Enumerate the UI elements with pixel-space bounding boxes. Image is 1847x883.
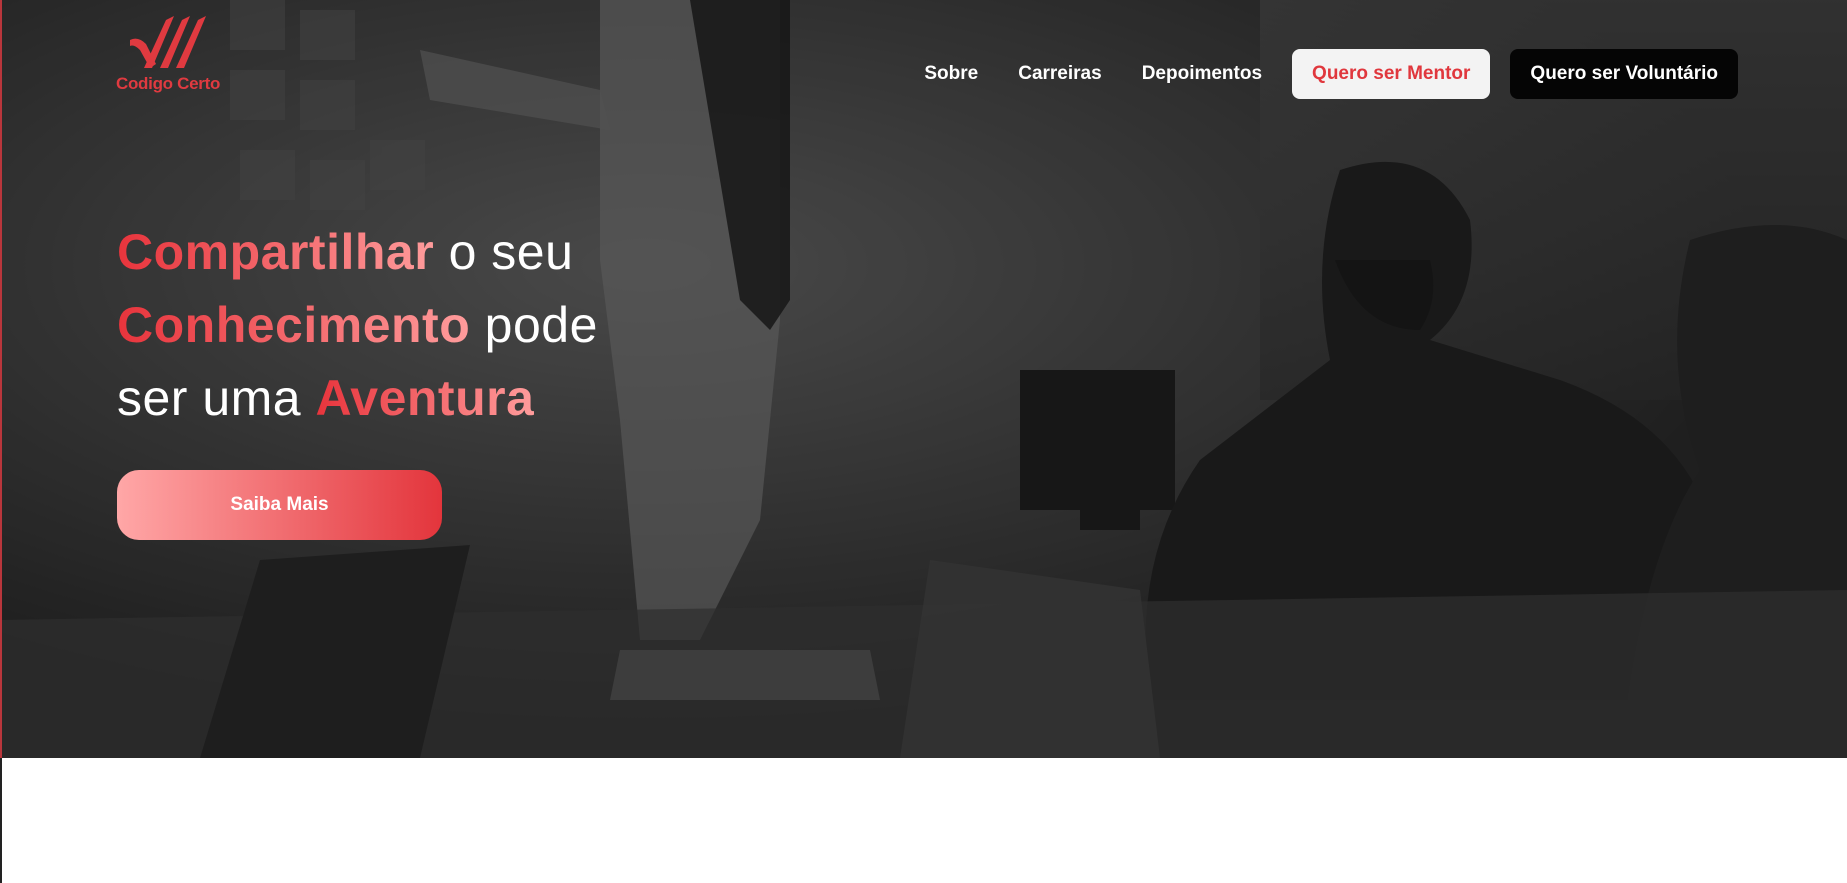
headline-line-3: ser uma Aventura: [117, 362, 837, 435]
nav-link-sobre[interactable]: Sobre: [924, 63, 978, 85]
next-section: [0, 758, 1847, 883]
headline-highlight-aventura: Aventura: [315, 370, 535, 426]
nav-link-depoimentos[interactable]: Depoimentos: [1142, 63, 1262, 85]
hero-headline: Compartilhar o seu Conhecimento pode ser…: [117, 216, 837, 435]
headline-text-3: ser uma: [117, 370, 316, 426]
main-navigation: Sobre Carreiras Depoimentos Quero ser Me…: [924, 49, 1738, 99]
diagonal-stripes-logo-icon: [130, 16, 206, 68]
brand-logo[interactable]: Codigo Certo: [116, 14, 222, 98]
headline-line-1: Compartilhar o seu: [117, 216, 837, 289]
saiba-mais-button[interactable]: Saiba Mais: [117, 470, 442, 540]
hero-left-accent-line: [0, 0, 2, 758]
volunteer-button[interactable]: Quero ser Voluntário: [1510, 49, 1738, 99]
hero-section: Codigo Certo Sobre Carreiras Depoimentos…: [0, 0, 1847, 758]
headline-text-1: o seu: [434, 224, 574, 280]
headline-text-2: pode: [470, 297, 598, 353]
brand-name: Codigo Certo: [116, 74, 221, 93]
mentor-button[interactable]: Quero ser Mentor: [1292, 49, 1491, 99]
headline-highlight-conhecimento: Conhecimento: [117, 297, 471, 353]
headline-highlight-compartilhar: Compartilhar: [117, 224, 435, 280]
headline-line-2: Conhecimento pode: [117, 289, 837, 362]
nav-link-carreiras[interactable]: Carreiras: [1018, 63, 1101, 85]
